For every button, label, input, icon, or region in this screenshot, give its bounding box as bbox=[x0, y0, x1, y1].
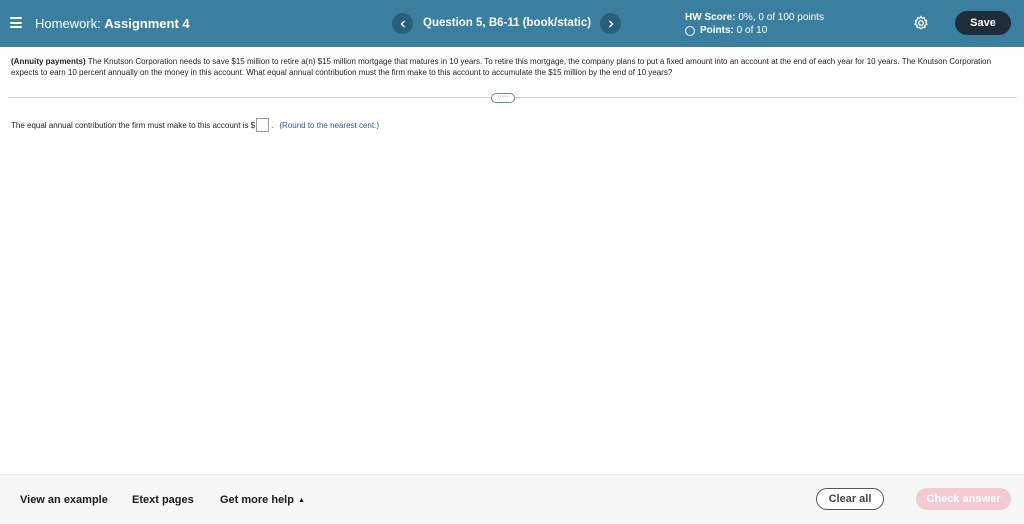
points-status-icon bbox=[685, 25, 695, 36]
question-topic: (Annuity payments) bbox=[11, 57, 86, 66]
homework-title: Homework: Assignment 4 bbox=[35, 16, 190, 31]
previous-question-button[interactable] bbox=[392, 13, 413, 34]
etext-pages-link[interactable]: Etext pages bbox=[132, 494, 194, 506]
gear-icon[interactable] bbox=[913, 15, 929, 31]
question-body: The Knutson Corporation needs to save $1… bbox=[11, 57, 992, 77]
score-panel: HW Score: 0%, 0 of 100 points Points: 0 … bbox=[685, 11, 824, 37]
points-value: 0 of 10 bbox=[736, 25, 768, 36]
view-example-link[interactable]: View an example bbox=[20, 494, 108, 506]
homework-prefix: Homework: bbox=[35, 16, 101, 31]
caret-up-icon: ▲ bbox=[297, 496, 305, 504]
answer-input[interactable] bbox=[256, 118, 270, 132]
clear-all-button[interactable]: Clear all bbox=[816, 488, 884, 510]
get-more-help-label: Get more help bbox=[220, 494, 294, 506]
check-answer-button[interactable]: Check answer bbox=[916, 488, 1011, 510]
hw-score-value: 0%, 0 of 100 points bbox=[738, 12, 824, 23]
chevron-left-icon bbox=[400, 20, 405, 27]
get-more-help-link[interactable]: Get more help ▲ bbox=[220, 494, 305, 506]
question-label: Question 5, B6-11 (book/static) bbox=[423, 17, 592, 29]
next-question-button[interactable] bbox=[600, 13, 621, 34]
expand-more-button[interactable]: ····· bbox=[491, 93, 515, 103]
save-button[interactable]: Save bbox=[955, 11, 1011, 35]
hw-score-label: HW Score: bbox=[685, 12, 736, 23]
answer-prompt: The equal annual contribution the firm m… bbox=[11, 120, 256, 130]
menu-icon[interactable] bbox=[10, 17, 22, 28]
answer-row: The equal annual contribution the firm m… bbox=[11, 118, 379, 132]
rounding-note: (Round to the nearest cent.) bbox=[279, 120, 379, 130]
points-label: Points: bbox=[700, 25, 734, 36]
chevron-right-icon bbox=[608, 20, 613, 27]
question-text: (Annuity payments) The Knutson Corporati… bbox=[11, 56, 1011, 78]
assignment-name: Assignment 4 bbox=[104, 16, 190, 31]
answer-suffix: . bbox=[271, 120, 274, 130]
top-bar: Homework: Assignment 4 Question 5, B6-11… bbox=[0, 0, 1024, 47]
footer-bar: View an example Etext pages Get more hel… bbox=[0, 474, 1024, 524]
